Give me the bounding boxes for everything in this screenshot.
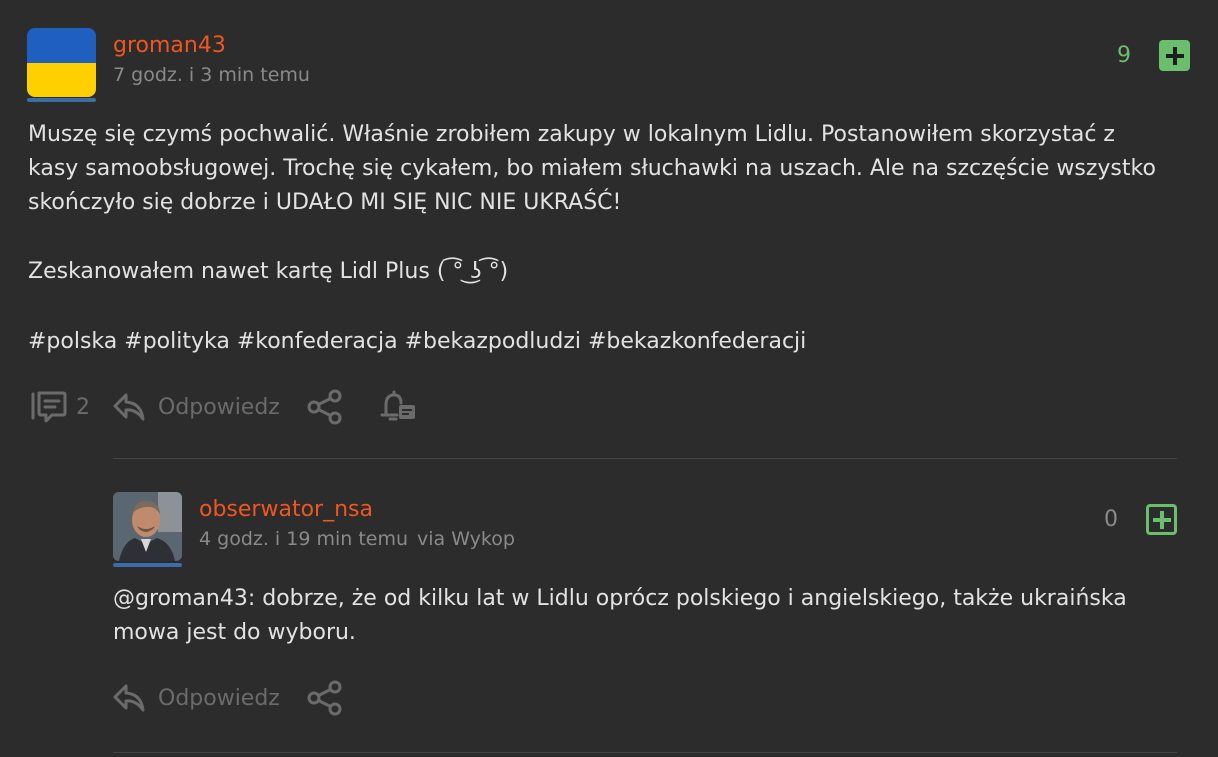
avatar-underline [113,563,182,567]
comments-icon [31,391,67,423]
author-avatar[interactable] [27,28,96,97]
post-body: Muszę się czymś pochwalić. Właśnie zrobi… [28,118,1198,220]
reply-via[interactable]: via Wykop [417,528,515,550]
reply-body-text: : dobrze, że od kilku lat w Lidlu oprócz… [247,586,1127,611]
flag-blue-stripe [27,28,96,63]
mention-link[interactable]: @groman43 [113,586,248,611]
reply-body: @groman43: dobrze, że od kilku lat w Lid… [113,582,1193,650]
post-vote-count: 9 [1117,43,1131,68]
reply-author[interactable]: obserwator_nsa [199,497,373,522]
reply-label: Odpowiedz [158,685,280,711]
reply-body-line: @groman43: dobrze, że od kilku lat w Lid… [113,582,1193,616]
reply-icon [113,684,145,712]
post-body-line: Muszę się czymś pochwalić. Właśnie zrobi… [28,122,1115,147]
reply-upvote-button[interactable] [1146,504,1177,535]
upvote-button[interactable] [1159,40,1190,71]
reply-button[interactable]: Odpowiedz [112,389,280,425]
reply-vote-count: 0 [1104,507,1118,532]
share-button[interactable] [306,389,344,430]
share-icon [307,389,342,425]
post-author[interactable]: groman43 [113,33,226,58]
post-body-line: kasy samoobsługowej. Trochę się cykałem,… [28,156,1156,181]
reply-author-avatar[interactable] [113,492,182,561]
post-body-line: skończyło się dobrze i UDAŁO MI SIĘ NIC … [28,190,622,215]
comments-count: 2 [76,394,90,420]
reply-reply-button[interactable]: Odpowiedz [112,680,280,716]
portrait-image [113,492,182,561]
reply-icon [113,393,145,421]
post-tags[interactable]: #polska #polityka #konfederacja #bekazpo… [28,325,806,359]
post-body-line: Zeskanowałem nawet kartę Lidl Plus ( ͡° … [28,259,509,284]
flag-yellow-stripe [27,62,96,97]
plus-icon [1152,510,1171,529]
reply-label: Odpowiedz [158,394,280,420]
reply-share-button[interactable] [306,680,344,721]
notify-button[interactable] [379,388,417,429]
post-timestamp[interactable]: 7 godz. i 3 min temu [113,64,310,86]
share-icon [307,680,342,716]
comment-divider [113,458,1177,459]
comment-divider [113,752,1177,753]
bell-icon [380,390,415,421]
avatar-underline [27,98,96,102]
comments-button[interactable]: 2 [28,389,90,425]
reply-body-line: mowa jest do wyboru. [113,620,356,645]
reply-timestamp[interactable]: 4 godz. i 19 min temu [199,528,408,550]
plus-icon [1165,46,1184,65]
